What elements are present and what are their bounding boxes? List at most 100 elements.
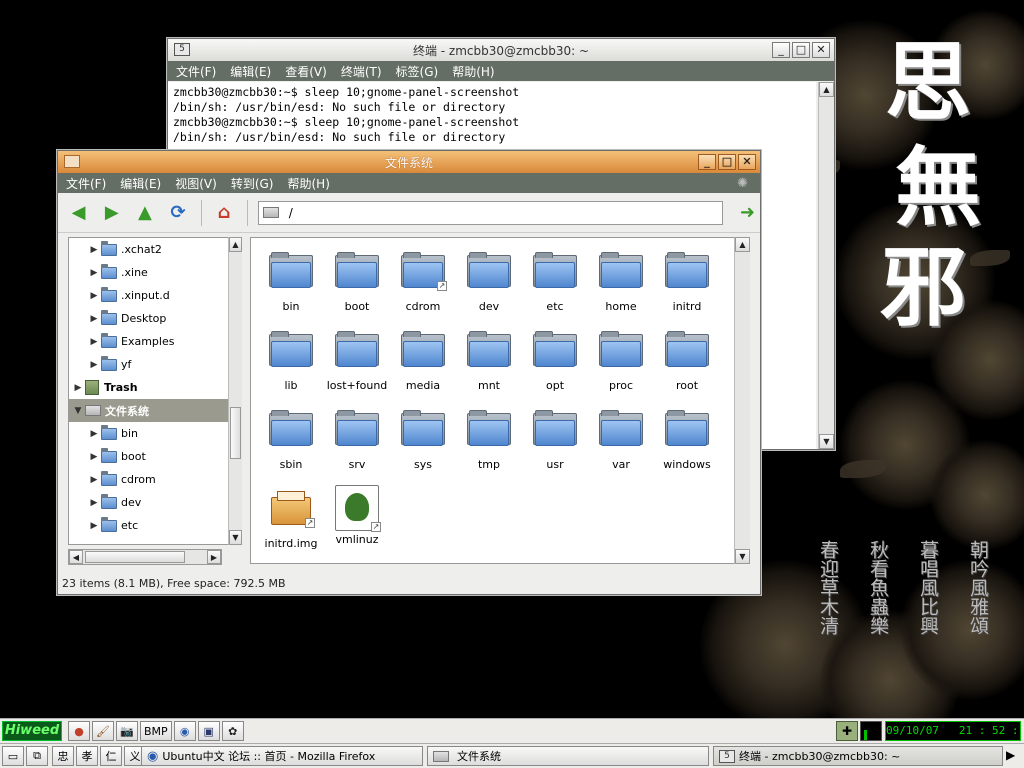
file-item[interactable]: dev [456, 248, 522, 327]
expander-right-icon[interactable]: ▶ [87, 452, 101, 462]
firefox-icon[interactable]: ● [68, 721, 90, 741]
file-item[interactable]: mnt [456, 327, 522, 406]
expander-right-icon[interactable]: ▶ [87, 314, 101, 324]
expander-right-icon[interactable]: ▶ [87, 360, 101, 370]
network-monitor-icon[interactable]: ✚ [836, 721, 858, 741]
file-item[interactable]: srv [324, 406, 390, 485]
expander-right-icon[interactable]: ▶ [87, 498, 101, 508]
scroll-thumb[interactable] [230, 407, 241, 459]
file-item[interactable]: sbin [258, 406, 324, 485]
tree-row[interactable]: ▶ cdrom [69, 468, 239, 491]
file-item[interactable]: ↗ initrd.img [258, 485, 324, 563]
file-manager-window[interactable]: 文件系统 _ □ ✕ 文件(F) 编辑(E) 视图(V) 转到(G) 帮助(H)… [57, 150, 761, 595]
menu-edit[interactable]: 编辑(E) [120, 175, 161, 192]
bmp-button[interactable]: BMP [140, 721, 172, 741]
file-item[interactable]: windows [654, 406, 720, 485]
scroll-down-arrow-icon[interactable]: ▼ [819, 434, 834, 449]
expander-right-icon[interactable]: ▶ [71, 383, 85, 393]
menu-view[interactable]: 视图(V) [175, 175, 217, 192]
expander-right-icon[interactable]: ▶ [87, 337, 101, 347]
tree-row[interactable]: ▶ Examples [69, 330, 239, 353]
show-desktop-icon[interactable]: ▭ [2, 746, 24, 766]
menu-go[interactable]: 转到(G) [231, 175, 274, 192]
tree-row[interactable]: ▶ bin [69, 422, 239, 445]
taskbar-scroll-right-icon[interactable]: ▶ [1006, 748, 1015, 762]
computer-icon[interactable]: ▣ [197, 721, 220, 741]
window-switcher-icon[interactable]: ⧉ [26, 746, 48, 766]
file-item[interactable]: ↗ cdrom [390, 248, 456, 327]
screenshot-icon[interactable]: 📷 [116, 721, 138, 741]
file-item[interactable]: etc [522, 248, 588, 327]
menu-edit[interactable]: 编辑(E) [230, 63, 271, 80]
file-item[interactable]: lib [258, 327, 324, 406]
file-item[interactable]: boot [324, 248, 390, 327]
expander-right-icon[interactable]: ▶ [87, 521, 101, 531]
minimize-button[interactable]: _ [698, 154, 716, 170]
side-pane-tree[interactable]: ▶ .xchat2 ▶ .xine ▶ .xinput.d ▶ Desktop ▶ Example… [68, 237, 240, 545]
menu-tabs[interactable]: 标签(G) [396, 63, 439, 80]
gnu-icon[interactable]: ✿ [221, 721, 244, 741]
file-item[interactable]: home [588, 248, 654, 327]
scroll-down-arrow-icon[interactable]: ▼ [735, 549, 750, 564]
terminal-scrollbar[interactable]: ▲ ▼ [818, 82, 834, 449]
terminal-titlebar[interactable]: 5 终端 - zmcbb30@zmcbb30: ~ _ □ ✕ [168, 39, 834, 61]
close-button[interactable]: ✕ [812, 42, 830, 58]
menu-terminal[interactable]: 终端(T) [341, 63, 382, 80]
maximize-button[interactable]: □ [792, 42, 810, 58]
location-bar[interactable]: / [257, 200, 723, 225]
fm-titlebar[interactable]: 文件系统 _ □ ✕ [58, 151, 760, 173]
file-item[interactable]: opt [522, 327, 588, 406]
scroll-left-arrow-icon[interactable]: ◀ [69, 550, 83, 564]
file-item[interactable]: bin [258, 248, 324, 327]
file-item[interactable]: sys [390, 406, 456, 485]
go-arrow-icon[interactable]: ➜ [735, 200, 760, 226]
clock-display[interactable]: 09/10/07 21 : 52 : 35 [885, 721, 1021, 741]
tree-row[interactable]: ▶ .xinput.d [69, 284, 239, 307]
file-item[interactable]: usr [522, 406, 588, 485]
im-label[interactable]: 忠 [52, 746, 74, 766]
globe-icon[interactable]: ◉ [173, 721, 196, 741]
scroll-right-arrow-icon[interactable]: ▶ [207, 550, 221, 564]
icon-view-scrollbar[interactable]: ▲ ▼ [734, 237, 750, 564]
up-arrow-icon[interactable]: ▲ [132, 200, 157, 226]
expander-right-icon[interactable]: ▶ [87, 268, 101, 278]
tree-row[interactable]: ▶ yf [69, 353, 239, 376]
scroll-thumb[interactable] [85, 551, 185, 563]
tree-scrollbar[interactable]: ▲ ▼ [228, 237, 242, 545]
home-icon[interactable]: ⌂ [212, 200, 237, 226]
menu-help[interactable]: 帮助(H) [287, 175, 329, 192]
menu-help[interactable]: 帮助(H) [452, 63, 494, 80]
reload-icon[interactable]: ⟳ [166, 200, 191, 226]
maximize-button[interactable]: □ [718, 154, 736, 170]
close-button[interactable]: ✕ [738, 154, 756, 170]
tree-row[interactable]: ▶ dev [69, 491, 239, 514]
tree-row[interactable]: ▶ etc [69, 514, 239, 537]
back-arrow-icon[interactable]: ◀ [66, 200, 91, 226]
im-label[interactable]: 仁 [100, 746, 122, 766]
file-item[interactable]: ↗ vmlinuz [324, 485, 390, 563]
expander-down-icon[interactable]: ▼ [71, 406, 85, 416]
expander-right-icon[interactable]: ▶ [87, 475, 101, 485]
scroll-up-arrow-icon[interactable]: ▲ [229, 237, 242, 252]
expander-right-icon[interactable]: ▶ [87, 245, 101, 255]
file-item[interactable]: root [654, 327, 720, 406]
im-label[interactable]: 孝 [76, 746, 98, 766]
scroll-up-arrow-icon[interactable]: ▲ [735, 237, 750, 252]
scroll-down-arrow-icon[interactable]: ▼ [229, 530, 242, 545]
file-item[interactable]: media [390, 327, 456, 406]
expander-right-icon[interactable]: ▶ [87, 291, 101, 301]
tree-hscrollbar[interactable]: ◀ ▶ [68, 549, 222, 565]
file-item[interactable]: lost+found [324, 327, 390, 406]
file-item[interactable]: tmp [456, 406, 522, 485]
file-item[interactable]: proc [588, 327, 654, 406]
task-firefox[interactable]: ◉ Ubuntu中文 论坛 :: 首页 - Mozilla Firefox [141, 746, 423, 766]
menu-file[interactable]: 文件(F) [66, 175, 106, 192]
task-filemanager[interactable]: 文件系统 [427, 746, 709, 766]
task-terminal[interactable]: 5 终端 - zmcbb30@zmcbb30: ~ [713, 746, 1003, 766]
icon-view[interactable]: bin boot ↗ cdrom dev etc home initrd lib lost+fou… [250, 237, 740, 564]
paint-brush-icon[interactable]: 🖌 [92, 721, 114, 741]
scroll-up-arrow-icon[interactable]: ▲ [819, 82, 834, 97]
tree-row[interactable]: ▶ .xchat2 [69, 238, 239, 261]
menu-view[interactable]: 查看(V) [285, 63, 327, 80]
forward-arrow-icon[interactable]: ▶ [99, 200, 124, 226]
